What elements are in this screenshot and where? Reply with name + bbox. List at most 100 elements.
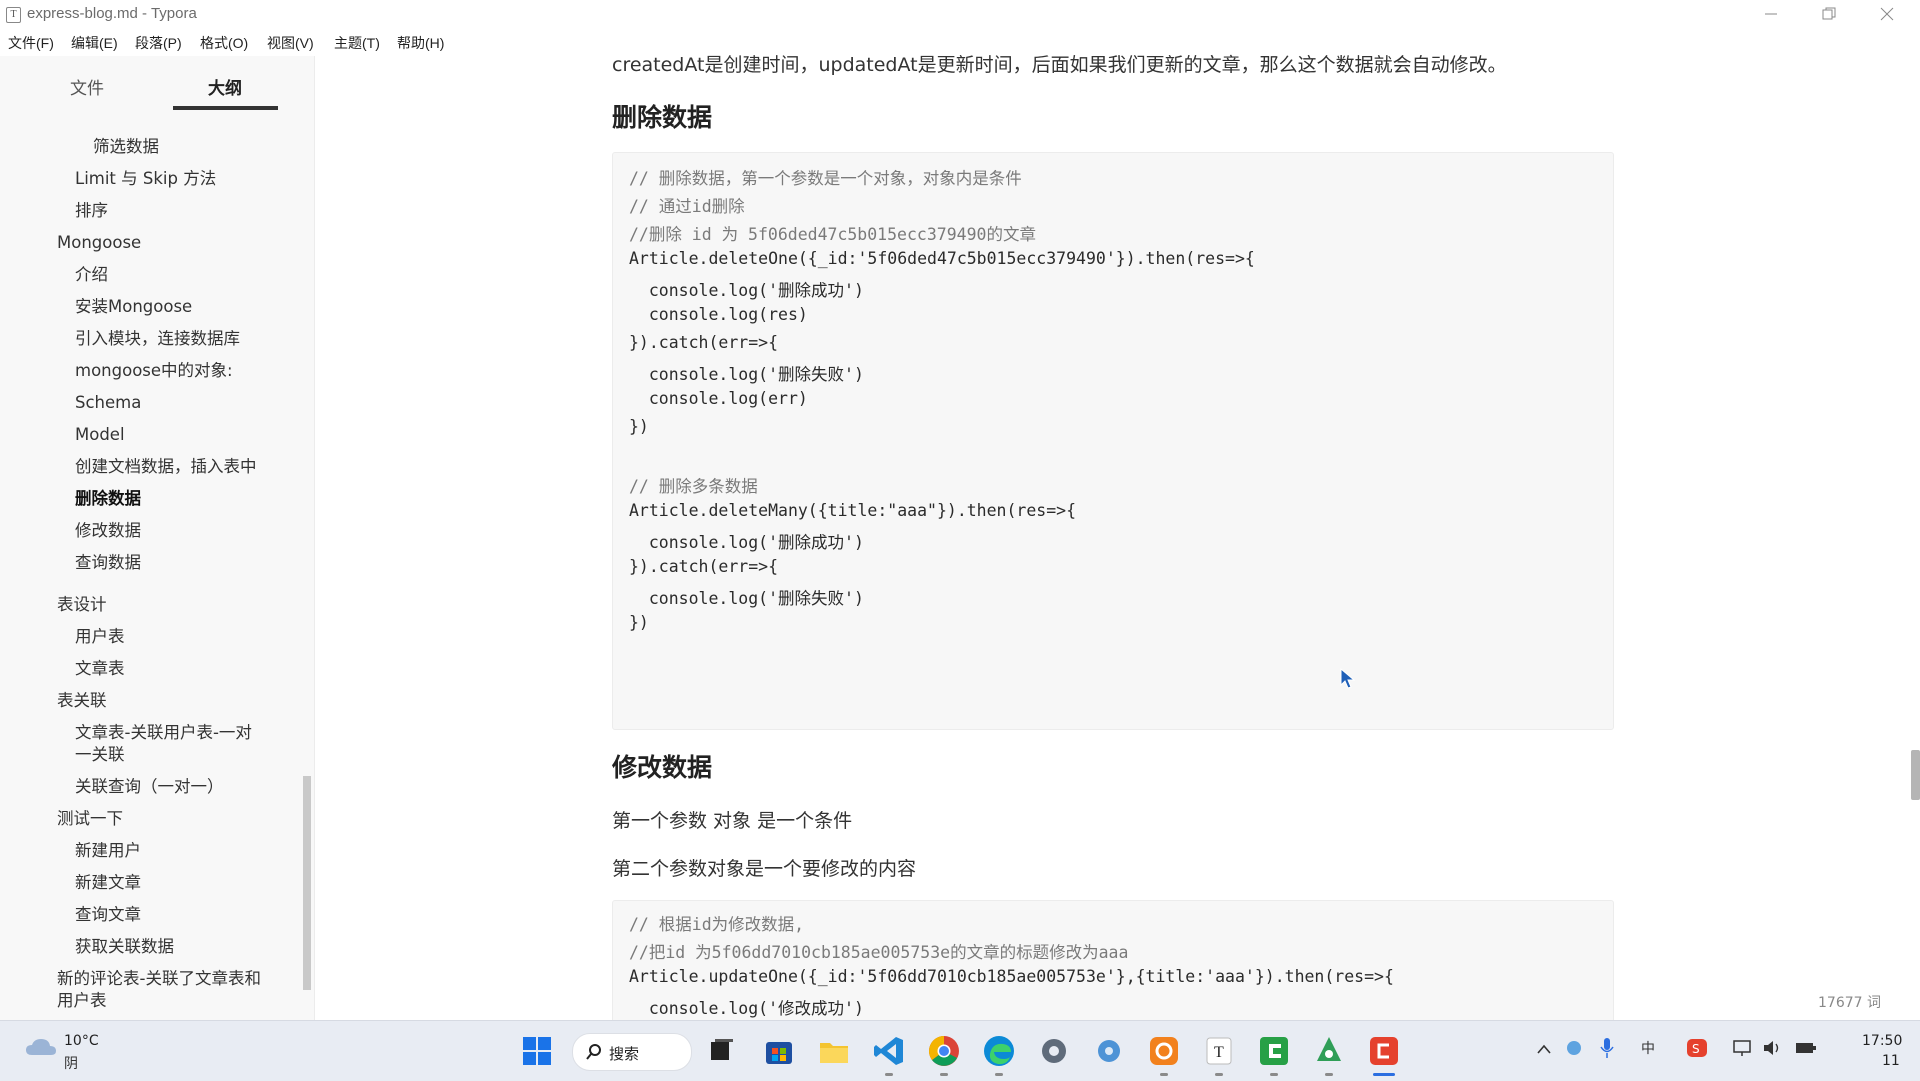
outline-item[interactable]: 创建文档数据，插入表中 [75, 456, 257, 477]
minimize-icon [1765, 13, 1777, 15]
code-block-delete[interactable]: // 删除数据，第一个参数是一个对象，对象内是条件 // 通过id删除 //删除 i… [612, 152, 1614, 730]
outline-item[interactable]: mongoose中的对象: [75, 360, 233, 381]
menu-paragraph[interactable]: 段落(P) [135, 33, 182, 53]
outline-item[interactable]: 介绍 [75, 264, 108, 285]
battery-icon[interactable] [1794, 1038, 1818, 1058]
volume-icon[interactable] [1762, 1038, 1784, 1058]
outline-item[interactable]: 查询文章 [75, 904, 141, 925]
menu-help[interactable]: 帮助(H) [397, 33, 444, 53]
menu-file[interactable]: 文件(F) [8, 33, 54, 53]
outline-item[interactable]: 筛选数据 [93, 136, 159, 157]
typora-icon[interactable]: T [1202, 1034, 1236, 1068]
window-title: express-blog.md - Typora [27, 5, 197, 22]
sidebar: 文件 大纲 筛选数据 Limit 与 Skip 方法 排序 Mongoose 介绍安装M… [0, 56, 315, 1020]
code-line: console.log(res) [629, 305, 808, 324]
running-indicator [1270, 1073, 1278, 1076]
code-line: }) [629, 613, 649, 632]
network-cloud-icon[interactable] [1565, 1039, 1583, 1057]
outline-item[interactable]: 测试一下 [57, 808, 123, 829]
file-explorer-icon[interactable] [817, 1034, 851, 1068]
outline-item[interactable]: 文章表 [75, 658, 125, 679]
outline-item[interactable]: 删除数据 [75, 488, 141, 509]
weather-temperature[interactable]: 10°C [64, 1033, 99, 1049]
outline-item[interactable]: 排序 [75, 200, 108, 221]
outline-item[interactable]: 用户表 [75, 626, 125, 647]
outline-item[interactable]: 新建用户 [75, 840, 141, 861]
outline-item[interactable]: Model [75, 424, 125, 445]
orange-app-icon[interactable] [1147, 1034, 1181, 1068]
microsoft-store-icon[interactable] [762, 1034, 796, 1068]
outline-item[interactable]: Limit 与 Skip 方法 [75, 168, 216, 189]
code-line: console.log('删除成功') [629, 533, 864, 552]
word-count[interactable]: 17677 词 [1818, 992, 1881, 1012]
code-line: Article.deleteOne({_id:'5f06ded47c5b015e… [629, 249, 1255, 268]
system-gear-icon[interactable] [1092, 1034, 1126, 1068]
green-editor-icon[interactable] [1257, 1034, 1291, 1068]
outline-item[interactable]: 表关联 [57, 690, 107, 711]
outline-item[interactable]: Mongoose [57, 232, 141, 253]
svg-text:S: S [1692, 1042, 1700, 1056]
code-line: console.log('删除失败') [629, 365, 864, 384]
tab-files[interactable]: 文件 [70, 74, 104, 99]
outline-item[interactable]: 获取关联数据 [75, 936, 174, 957]
outline-item[interactable]: 文章表-关联用户表-一对 [75, 722, 252, 743]
menu-edit[interactable]: 编辑(E) [71, 33, 118, 53]
outline-item[interactable]: 引入模块，连接数据库 [75, 328, 240, 349]
search-label: 搜索 [609, 1045, 640, 1063]
update-paragraph-2: 第二个参数对象是一个要修改的内容 [612, 858, 917, 880]
outline-item[interactable]: 表设计 [57, 594, 107, 615]
outline-item[interactable]: 安装Mongoose [75, 296, 192, 317]
typora-app-icon: T [6, 7, 21, 23]
update-paragraph-1: 第一个参数 对象 是一个条件 [612, 810, 853, 832]
vscode-icon[interactable] [872, 1034, 906, 1068]
outline-item[interactable]: 一关联 [75, 744, 125, 765]
chrome-icon[interactable] [927, 1034, 961, 1068]
cloud-weather-icon[interactable] [24, 1035, 58, 1059]
outline-item[interactable]: 查询数据 [75, 552, 141, 573]
restore-icon [1822, 7, 1836, 20]
green-leaf-app-icon[interactable] [1312, 1034, 1346, 1068]
edge-icon[interactable] [982, 1034, 1016, 1068]
code-comment-line: // 删除多条数据 [629, 477, 758, 496]
code-comment-line: // 根据id为修改数据, [629, 915, 805, 934]
editor-scrollbar[interactable] [1911, 750, 1920, 800]
sidebar-scrollbar[interactable] [303, 776, 311, 990]
active-app-indicator [1373, 1073, 1395, 1076]
red-recorder-app-icon[interactable] [1367, 1034, 1401, 1068]
outline-item[interactable]: Schema [75, 392, 141, 413]
windows-start-icon[interactable] [520, 1034, 554, 1068]
menu-theme[interactable]: 主题(T) [334, 33, 380, 53]
running-indicator [1215, 1073, 1223, 1076]
task-view-icon[interactable] [705, 1034, 739, 1068]
close-button[interactable] [1858, 0, 1916, 28]
sogou-input-icon[interactable]: S [1686, 1038, 1708, 1058]
settings-icon[interactable] [1037, 1034, 1071, 1068]
display-network-icon[interactable] [1732, 1038, 1754, 1058]
running-indicator [940, 1073, 948, 1076]
outline-item[interactable]: 关联查询（一对一） [75, 776, 224, 797]
editor-area[interactable]: createdAt是创建时间，updatedAt是更新时间，后面如果我们更新的文… [315, 54, 1920, 1020]
running-indicator [1325, 1073, 1333, 1076]
menu-format[interactable]: 格式(O) [200, 33, 248, 53]
menu-view[interactable]: 视图(V) [267, 33, 314, 53]
taskbar: 10°C 阴 搜索 T 中 S 17:50 11 [0, 1020, 1920, 1081]
weather-condition[interactable]: 阴 [64, 1053, 78, 1073]
input-method-icon[interactable]: 中 [1640, 1038, 1660, 1058]
outline-item[interactable]: 新建文章 [75, 872, 141, 893]
outline-item[interactable]: 新的评论表-关联了文章表和 [57, 968, 261, 989]
mouse-cursor-icon [1340, 668, 1356, 689]
tab-outline[interactable]: 大纲 [208, 74, 242, 99]
clock-date[interactable]: 11 [1882, 1053, 1900, 1069]
microphone-icon[interactable] [1600, 1037, 1614, 1059]
minimize-button[interactable] [1742, 0, 1800, 28]
code-line: }).catch(err=>{ [629, 557, 779, 576]
outline-item[interactable]: 修改数据 [75, 520, 141, 541]
running-indicator [995, 1073, 1003, 1076]
code-block-update[interactable]: // 根据id为修改数据, //把id 为5f06dd7010cb185ae005… [612, 900, 1614, 1020]
taskbar-search[interactable]: 搜索 [572, 1033, 692, 1071]
clock-time[interactable]: 17:50 [1862, 1033, 1902, 1049]
outline-item[interactable]: 用户表 [57, 990, 107, 1011]
code-line: console.log('删除失败') [629, 589, 864, 608]
restore-button[interactable] [1800, 0, 1858, 28]
chevron-up-icon[interactable] [1536, 1043, 1552, 1055]
